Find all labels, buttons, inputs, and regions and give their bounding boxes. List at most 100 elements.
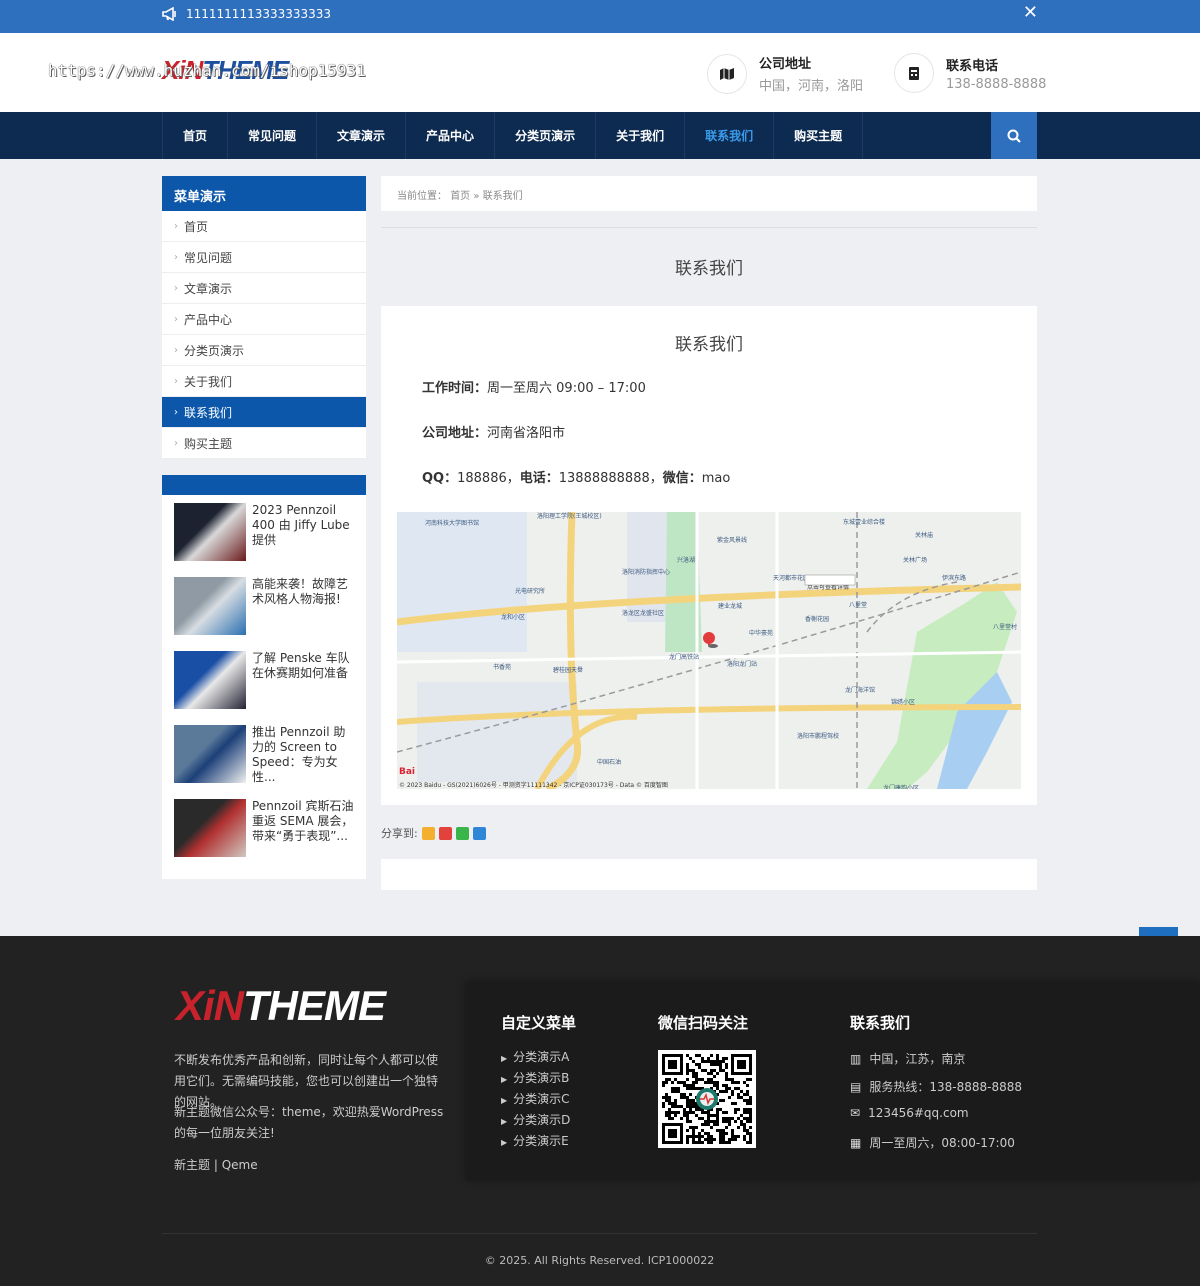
qzone-icon[interactable] xyxy=(421,826,435,840)
sidebar-menu-label: 分类页演示 xyxy=(184,343,245,358)
map-label: 洛阳龙门站 xyxy=(727,660,757,668)
post-thumbnail[interactable] xyxy=(174,503,246,561)
breadcrumb-home[interactable]: 首页 xyxy=(450,191,470,202)
more-share-icon[interactable] xyxy=(472,826,486,840)
sidebar-menu-label: 首页 xyxy=(184,219,209,234)
wechat-icon[interactable] xyxy=(455,826,469,840)
addr-value: 河南省洛阳市 xyxy=(487,426,566,441)
post-item[interactable]: Pennzoil 宾斯石油重返 SEMA 展会，带来“勇于表现”... xyxy=(174,799,354,873)
map-label: 兴洛湖 xyxy=(677,556,695,564)
map-label: 龙和小区 xyxy=(501,613,525,621)
search-button[interactable] xyxy=(991,112,1037,159)
post-thumbnail[interactable] xyxy=(174,577,246,635)
chevron-right-icon: › xyxy=(174,251,178,263)
footer-menu-label[interactable]: 分类演示A xyxy=(513,1050,569,1064)
calendar-icon: ▦ xyxy=(850,1135,862,1150)
map-label: 龙门康韵小区 xyxy=(883,784,919,789)
footer-menu-label[interactable]: 分类演示C xyxy=(513,1092,569,1106)
post-item[interactable]: 高能来袭！故障艺术风格人物海报! xyxy=(174,577,354,651)
map-label: 中华豪苑 xyxy=(749,629,773,637)
post-title[interactable]: 2023 Pennzoil 400 由 Jiffy Lube 提供 xyxy=(252,503,354,577)
footer-menu-label[interactable]: 分类演示E xyxy=(513,1134,569,1148)
post-thumbnail[interactable] xyxy=(174,799,246,857)
footer-menu-title: 自定义菜单 xyxy=(501,1014,577,1032)
site-footer: XiNTHEME 不断发布优秀产品和创新，同时让每个人都可以使用它们。无需编码技… xyxy=(0,936,1200,1286)
footer-menu-label[interactable]: 分类演示D xyxy=(513,1113,570,1127)
map-label: 洛阳市鹏程驾校 xyxy=(797,732,839,740)
copyright: © 2025. All Rights Reserved. ICP1000022 xyxy=(162,1233,1037,1267)
map-icon: ▥ xyxy=(850,1051,862,1066)
footer-contact-item: ▤ 服务热线：138-8888-8888 xyxy=(850,1078,1022,1095)
sidebar-menu-label: 联系我们 xyxy=(184,405,233,420)
nav-item[interactable]: 常见问题 xyxy=(228,112,318,159)
footer-contact-text: 123456#qq.com xyxy=(868,1106,969,1120)
sidebar: 菜单演示 › 首页 › 常见问题 › 文章演示 › 产品中心 › 分类页演示 › 关于我们 › 联系我们 ›… xyxy=(162,176,366,879)
footer-menu-item[interactable]: ▶ 分类演示B xyxy=(501,1069,569,1086)
map-marker-icon[interactable] xyxy=(703,632,715,644)
phone-label: 联系电话 xyxy=(946,58,999,74)
nav-item[interactable]: 首页 xyxy=(163,112,229,159)
sidebar-menu-item[interactable]: › 关于我们 xyxy=(162,366,366,397)
nav-item[interactable]: 关于我们 xyxy=(596,112,686,159)
footer-contact-item: ▥ 中国，江苏，南京 xyxy=(850,1050,965,1067)
weibo-icon[interactable] xyxy=(438,826,452,840)
nav-item[interactable]: 分类页演示 xyxy=(495,112,597,159)
post-title[interactable]: 了解 Penske 车队在休赛期如何准备 xyxy=(252,651,354,725)
nav-list: 首页 常见问题 文章演示 产品中心 分类页演示 关于我们 联系我们 购买主题 xyxy=(162,112,864,159)
map-label: 紫金风景线 xyxy=(717,536,747,544)
footer-link-qeme[interactable]: Qeme xyxy=(222,1158,258,1172)
map-label: 碧桂园天譽 xyxy=(553,666,583,674)
post-item[interactable]: 了解 Penske 车队在休赛期如何准备 xyxy=(174,651,354,725)
post-thumbnail[interactable] xyxy=(174,651,246,709)
wx-label: 微信： xyxy=(662,471,702,486)
sidebar-menu-item[interactable]: › 常见问题 xyxy=(162,242,366,273)
sidebar-menu-item[interactable]: › 联系我们 xyxy=(162,397,366,428)
sidebar-menu-item[interactable]: › 产品中心 xyxy=(162,304,366,335)
tel-label: 电话： xyxy=(519,471,559,486)
caret-right-icon: ▶ xyxy=(501,1075,508,1084)
breadcrumb-sep: » xyxy=(473,191,480,202)
chevron-right-icon: › xyxy=(174,344,178,356)
map-label: 洛阳理工学院(王城校区) xyxy=(537,512,602,520)
sidebar-menu-title: 菜单演示 xyxy=(162,176,366,211)
map-icon xyxy=(707,53,747,94)
footer-wechat-title: 微信扫码关注 xyxy=(658,1014,749,1032)
sidebar-menu-item[interactable]: › 分类页演示 xyxy=(162,335,366,366)
footer-menu-item[interactable]: ▶ 分类演示A xyxy=(501,1048,569,1065)
footer-menu-item[interactable]: ▶ 分类演示D xyxy=(501,1111,570,1128)
svg-text:Bai: Bai xyxy=(399,767,415,777)
post-item[interactable]: 推出 Pennzoil 助力的 Screen to Speed：专为女性... xyxy=(174,725,354,799)
sidebar-menu: › 首页 › 常见问题 › 文章演示 › 产品中心 › 分类页演示 › 关于我们 › 联系我们 › 购买主题 xyxy=(162,211,366,459)
post-title[interactable]: 高能来袭！故障艺术风格人物海报! xyxy=(252,577,354,651)
sidebar-menu-label: 文章演示 xyxy=(184,281,233,296)
footer-menu-item[interactable]: ▶ 分类演示E xyxy=(501,1132,569,1149)
footer-link-xinzhuti[interactable]: 新主题 xyxy=(174,1158,210,1172)
sidebar-menu-item[interactable]: › 文章演示 xyxy=(162,273,366,304)
work-value: 周一至周六 09:00 – 17:00 xyxy=(487,381,646,396)
post-item[interactable]: 2023 Pennzoil 400 由 Jiffy Lube 提供 xyxy=(174,503,354,577)
chevron-right-icon: › xyxy=(174,282,178,294)
sidebar-menu-label: 产品中心 xyxy=(184,312,233,327)
chevron-right-icon: › xyxy=(174,375,178,387)
baidu-map[interactable]: 河南科技大学图书馆 洛阳理工学院(王城校区) 兴洛湖 紫金风景线 东城壹业综合楼 关林庙关… xyxy=(397,512,1021,789)
post-thumbnail[interactable] xyxy=(174,725,246,783)
sidebar-menu-item[interactable]: › 购买主题 xyxy=(162,428,366,459)
map-canvas[interactable]: 河南科技大学图书馆 洛阳理工学院(王城校区) 兴洛湖 紫金风景线 东城壹业综合楼关林庙关… xyxy=(397,512,1021,789)
phone-value: 138-8888-8888 xyxy=(946,76,1047,92)
sidebar-menu-label: 关于我们 xyxy=(184,374,233,389)
sidebar-menu-label: 常见问题 xyxy=(184,250,233,265)
nav-item[interactable]: 文章演示 xyxy=(317,112,407,159)
company-address: 公司地址：河南省洛阳市 xyxy=(422,422,1021,441)
footer-menu-item[interactable]: ▶ 分类演示C xyxy=(501,1090,570,1107)
announcement-bar: 1111111113333333333 ✕ xyxy=(0,0,1200,33)
addr-label: 公司地址： xyxy=(422,426,488,441)
close-icon[interactable]: ✕ xyxy=(1023,2,1038,23)
footer-menu-label[interactable]: 分类演示B xyxy=(513,1071,569,1085)
post-title[interactable]: Pennzoil 宾斯石油重返 SEMA 展会，带来“勇于表现”... xyxy=(252,799,354,873)
post-title[interactable]: 推出 Pennzoil 助力的 Screen to Speed：专为女性... xyxy=(252,725,354,799)
nav-item[interactable]: 购买主题 xyxy=(774,112,864,159)
nav-item[interactable]: 产品中心 xyxy=(406,112,496,159)
nav-item[interactable]: 联系我们 xyxy=(685,112,775,159)
sidebar-menu-item[interactable]: › 首页 xyxy=(162,211,366,242)
map-label: 光电研究所 xyxy=(515,587,545,595)
